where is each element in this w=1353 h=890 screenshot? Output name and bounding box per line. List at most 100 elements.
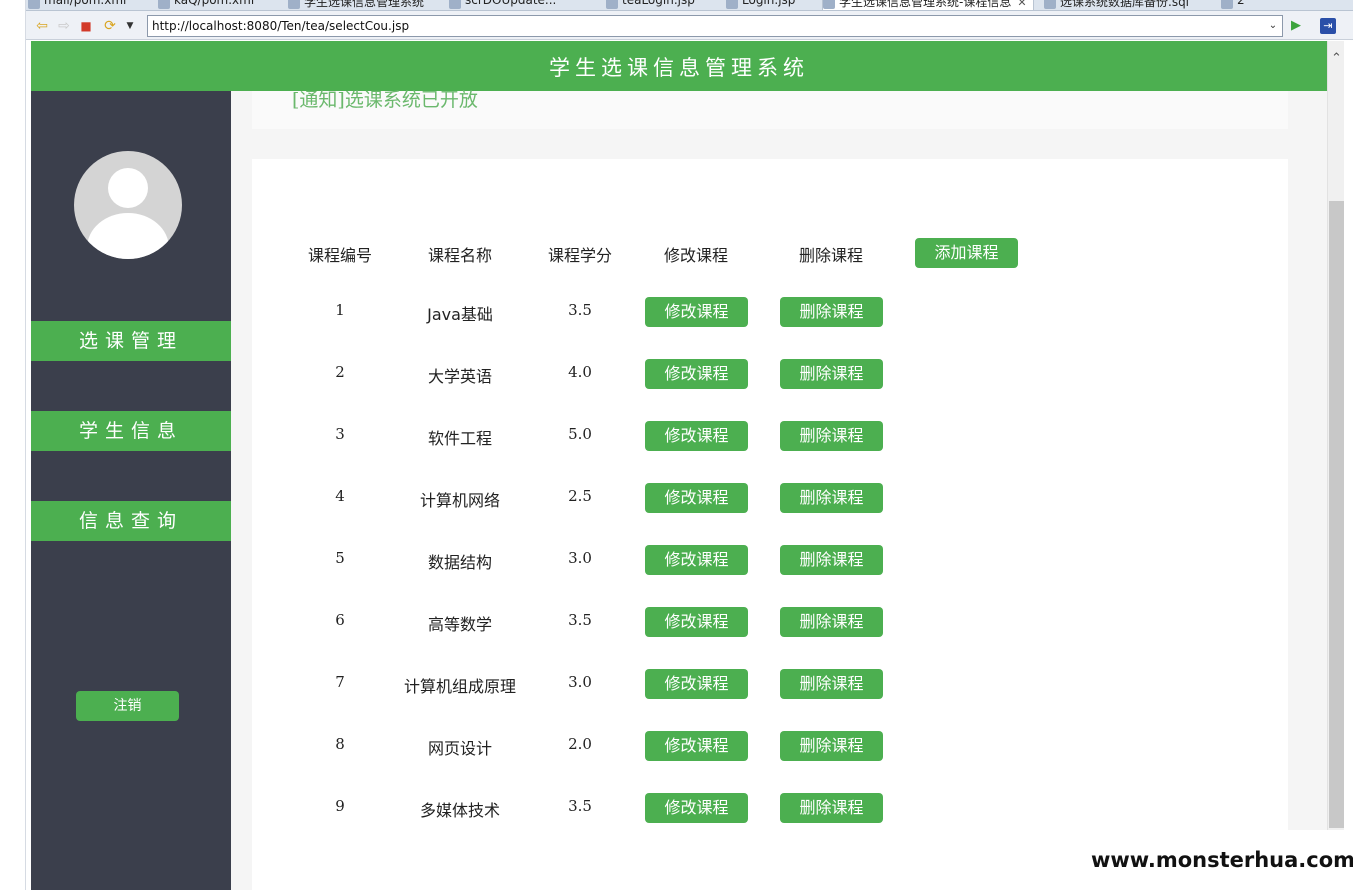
chevron-down-icon[interactable]: ⌄ xyxy=(1265,17,1281,35)
course-credit-cell: 2.5 xyxy=(568,487,592,505)
course-credit-cell: 3.0 xyxy=(568,549,592,567)
edit-course-button[interactable]: 修改课程 xyxy=(645,359,748,389)
page-title: 学生选课信息管理系统 xyxy=(31,41,1327,91)
delete-course-button[interactable]: 删除课程 xyxy=(780,421,883,451)
history-dropdown-icon[interactable]: ▼ xyxy=(122,18,138,34)
file-icon xyxy=(158,0,170,9)
forward-arrow-icon[interactable]: ⇨ xyxy=(56,18,72,34)
editor-tab-label: kaQ/pom.xml xyxy=(174,0,255,7)
course-id-cell: 4 xyxy=(335,487,345,505)
editor-tab[interactable]: kaQ/pom.xml xyxy=(158,0,255,10)
avatar-head-shape xyxy=(108,168,148,208)
delete-course-button[interactable]: 删除课程 xyxy=(780,793,883,823)
course-name-cell: 计算机网络 xyxy=(419,491,500,510)
course-name-cell: 高等数学 xyxy=(427,615,492,634)
editor-tab[interactable]: 2 xyxy=(1221,0,1245,10)
course-id-cell: 8 xyxy=(335,735,345,753)
avatar-body-shape xyxy=(87,213,169,259)
file-icon xyxy=(726,0,738,9)
sidebar-item-info-query[interactable]: 信息查询 xyxy=(31,501,231,541)
file-icon xyxy=(823,0,835,9)
editor-tab[interactable]: 选课系统数据库备份.sql xyxy=(1044,0,1190,10)
course-name-cell: 计算机组成原理 xyxy=(403,677,516,696)
close-icon[interactable]: ✕ xyxy=(1017,0,1026,9)
sidebar-item-course-management[interactable]: 选课管理 xyxy=(31,321,231,361)
scrollbar-thumb[interactable] xyxy=(1329,201,1344,828)
open-external-icon[interactable]: ⇥ xyxy=(1320,18,1336,34)
header-edit-course: 修改课程 xyxy=(663,246,728,265)
logout-button[interactable]: 注销 xyxy=(76,691,179,721)
file-icon xyxy=(1221,0,1233,9)
course-credit-cell: 4.0 xyxy=(568,363,592,381)
editor-tab-label: teaLogin.jsp xyxy=(622,0,695,7)
edit-course-button[interactable]: 修改课程 xyxy=(645,421,748,451)
url-text: http://localhost:8080/Ten/tea/selectCou.… xyxy=(152,19,410,33)
course-name-cell: 软件工程 xyxy=(427,429,492,448)
page-viewport: 学生选课信息管理系统 选课管理 学生信息 信息查询 注销 [通知]选课系统已开放… xyxy=(31,41,1327,890)
notice-panel: [通知]选课系统已开放 xyxy=(252,89,1288,129)
edit-course-button[interactable]: 修改课程 xyxy=(645,669,748,699)
delete-course-button[interactable]: 删除课程 xyxy=(780,359,883,389)
editor-tab-label: mall/pom.xml xyxy=(44,0,127,7)
file-icon xyxy=(606,0,618,9)
delete-course-button[interactable]: 删除课程 xyxy=(780,297,883,327)
course-credit-cell: 2.0 xyxy=(568,735,592,753)
course-name-cell: 大学英语 xyxy=(427,367,492,386)
browser-toolbar: ⇦ ⇨ ■ ⟳ ▼ http://localhost:8080/Ten/tea/… xyxy=(26,11,1353,40)
sidebar: 选课管理 学生信息 信息查询 注销 xyxy=(31,91,231,890)
edit-course-button[interactable]: 修改课程 xyxy=(645,731,748,761)
delete-course-button[interactable]: 删除课程 xyxy=(780,731,883,761)
file-icon xyxy=(1044,0,1056,9)
edit-course-button[interactable]: 修改课程 xyxy=(645,483,748,513)
course-id-cell: 1 xyxy=(335,301,345,319)
delete-course-button[interactable]: 删除课程 xyxy=(780,545,883,575)
add-course-button[interactable]: 添加课程 xyxy=(915,238,1018,268)
header-course-name: 课程名称 xyxy=(427,246,492,265)
editor-tab[interactable]: 学生选课信息管理系统-课程信息 ✕ xyxy=(822,0,1034,10)
avatar xyxy=(74,151,182,259)
editor-tab-label: 2 xyxy=(1237,0,1245,7)
editor-tab[interactable]: Login.jsp xyxy=(726,0,796,10)
edit-course-button[interactable]: 修改课程 xyxy=(645,793,748,823)
editor-tab[interactable]: scrDOUpdate... xyxy=(449,0,557,10)
editor-tab-label: Login.jsp xyxy=(742,0,796,7)
edit-course-button[interactable]: 修改课程 xyxy=(645,607,748,637)
notice-text: [通知]选课系统已开放 xyxy=(292,89,478,111)
course-id-cell: 6 xyxy=(335,611,345,629)
sidebar-item-student-info[interactable]: 学生信息 xyxy=(31,411,231,451)
header-delete-course: 删除课程 xyxy=(798,246,863,265)
course-table-panel: 课程编号 课程名称 课程学分 修改课程 删除课程 添加课程 1 Java基础 3.5… xyxy=(252,159,1288,890)
delete-course-button[interactable]: 删除课程 xyxy=(780,669,883,699)
scroll-up-arrow-icon[interactable]: ⌃ xyxy=(1328,51,1345,67)
editor-tab-label: 学生选课信息管理系统 xyxy=(304,0,425,9)
course-name-cell: 数据结构 xyxy=(427,553,492,572)
course-name-cell: 多媒体技术 xyxy=(419,801,500,820)
back-arrow-icon[interactable]: ⇦ xyxy=(34,18,50,34)
watermark-text: www.monsterhua.com xyxy=(1091,830,1353,890)
refresh-icon[interactable]: ⟳ xyxy=(102,18,118,34)
course-id-cell: 7 xyxy=(335,673,345,691)
editor-tab-strip: mall/pom.xml kaQ/pom.xml 学生选课信息管理系统 scrDOUp… xyxy=(26,0,1353,11)
vertical-scrollbar[interactable]: ⌃ xyxy=(1327,41,1344,830)
edit-course-button[interactable]: 修改课程 xyxy=(645,545,748,575)
editor-tab-label: 选课系统数据库备份.sql xyxy=(1060,0,1190,9)
editor-left-gutter xyxy=(0,0,26,890)
delete-course-button[interactable]: 删除课程 xyxy=(780,607,883,637)
header-course-id: 课程编号 xyxy=(307,246,372,265)
editor-tab-label: scrDOUpdate... xyxy=(465,0,557,7)
delete-course-button[interactable]: 删除课程 xyxy=(780,483,883,513)
header-course-credit: 课程学分 xyxy=(547,246,612,265)
stop-icon[interactable]: ■ xyxy=(78,18,94,34)
course-credit-cell: 3.5 xyxy=(568,611,592,629)
course-id-cell: 5 xyxy=(335,549,345,567)
course-id-cell: 2 xyxy=(335,363,345,381)
editor-tab[interactable]: 学生选课信息管理系统 xyxy=(288,0,425,10)
editor-tab[interactable]: teaLogin.jsp xyxy=(606,0,695,10)
edit-course-button[interactable]: 修改课程 xyxy=(645,297,748,327)
go-icon[interactable]: ▶ xyxy=(1288,18,1304,34)
course-credit-cell: 3.0 xyxy=(568,673,592,691)
file-icon xyxy=(28,0,40,9)
course-name-cell: 网页设计 xyxy=(427,739,492,758)
url-input[interactable]: http://localhost:8080/Ten/tea/selectCou.… xyxy=(147,15,1283,37)
editor-tab[interactable]: mall/pom.xml xyxy=(28,0,127,10)
